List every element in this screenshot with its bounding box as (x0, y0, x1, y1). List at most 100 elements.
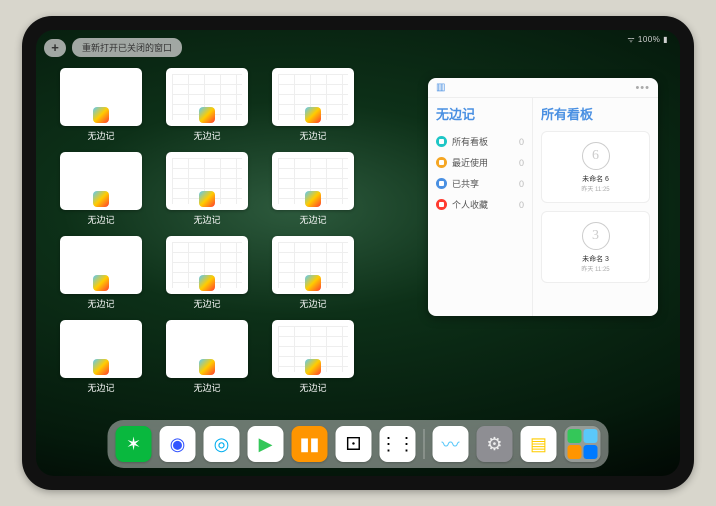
app-library-icon[interactable] (565, 426, 601, 462)
ipad-frame: ᯤ 100% ▮ + 重新打开已关闭的窗口 无边记无边记无边记无边记无边记无边记… (22, 16, 694, 490)
thumb-window (60, 236, 142, 294)
dock-separator (424, 429, 425, 459)
thumb-window (272, 152, 354, 210)
freeform-icon (305, 107, 321, 123)
wifi-icon: ᯤ (627, 35, 638, 44)
content-title: 所有看板 (541, 104, 650, 123)
app-thumbnail[interactable]: 无边记 (166, 236, 248, 310)
thumb-window (60, 68, 142, 126)
preview-body: 无边记 所有看板0最近使用0已共享0个人收藏0 所有看板 6未命名 6昨天 11… (428, 98, 658, 316)
app-thumbnail[interactable]: 无边记 (166, 68, 248, 142)
nodes-icon[interactable]: ⋮⋮ (380, 426, 416, 462)
thumb-label: 无边记 (166, 297, 248, 310)
app-thumbnail[interactable]: 无边记 (272, 152, 354, 226)
nav-count: 0 (519, 179, 524, 189)
freeform-icon[interactable]: 〰 (433, 426, 469, 462)
battery-text: 100% (638, 35, 660, 44)
thumb-window (272, 320, 354, 378)
thumb-label: 无边记 (166, 381, 248, 394)
thumb-label: 无边记 (272, 297, 354, 310)
board-subtitle: 昨天 11:25 (581, 184, 609, 193)
more-icon[interactable]: ••• (635, 82, 650, 94)
app-thumbnail[interactable]: 无边记 (60, 320, 142, 394)
notes-icon[interactable]: ▤ (521, 426, 557, 462)
nav-count: 0 (519, 200, 524, 210)
nav-item[interactable]: 最近使用0 (436, 152, 524, 173)
thumb-window (166, 68, 248, 126)
app-thumbnail[interactable]: 无边记 (60, 152, 142, 226)
thumb-label: 无边记 (60, 129, 142, 142)
nav-item[interactable]: 已共享 0 (436, 173, 524, 194)
reopen-closed-button[interactable]: 重新打开已关闭的窗口 (72, 38, 182, 57)
thumb-label: 无边记 (272, 381, 354, 394)
preview-content: 所有看板 6未命名 6昨天 11:253未命名 3昨天 11:25 (533, 98, 658, 316)
nav-item[interactable]: 所有看板 0 (436, 131, 524, 152)
status-bar: ᯤ 100% ▮ (627, 34, 668, 45)
thumb-window (166, 152, 248, 210)
freeform-icon (93, 191, 109, 207)
nav-badge-icon (436, 157, 447, 168)
thumb-label: 无边记 (60, 381, 142, 394)
multitask-grid: 无边记无边记无边记无边记无边记无边记无边记无边记无边记无边记无边记无边记 (60, 68, 354, 394)
nav-badge-icon (436, 178, 447, 189)
nav-badge-icon (436, 136, 447, 147)
thumb-window (272, 68, 354, 126)
freeform-icon (199, 275, 215, 291)
preview-nav: 无边记 所有看板 0 最近使用0 已共享 0 个人收藏 0 (428, 98, 533, 316)
nav-label: 最近使用 (452, 156, 488, 169)
settings-icon[interactable]: ⚙ (477, 426, 513, 462)
preview-topbar: ▥ ••• (428, 78, 658, 98)
thumb-window (166, 236, 248, 294)
wechat-icon[interactable]: ✶ (116, 426, 152, 462)
nav-label: 所有看板 (452, 135, 488, 148)
add-workspace-button[interactable]: + (44, 39, 66, 57)
thumb-window (60, 320, 142, 378)
board-subtitle: 昨天 11:25 (581, 264, 609, 273)
board-title: 未命名 6 (582, 174, 609, 184)
nav-badge-icon (436, 199, 447, 210)
board-sketch: 3 (582, 222, 610, 250)
app-thumbnail[interactable]: 无边记 (272, 68, 354, 142)
play-icon[interactable]: ▶ (248, 426, 284, 462)
app-thumbnail[interactable]: 无边记 (272, 236, 354, 310)
app-thumbnail[interactable]: 无边记 (272, 320, 354, 394)
screen: ᯤ 100% ▮ + 重新打开已关闭的窗口 无边记无边记无边记无边记无边记无边记… (36, 30, 680, 476)
freeform-icon (93, 107, 109, 123)
app-thumbnail[interactable]: 无边记 (60, 236, 142, 310)
freeform-icon (93, 359, 109, 375)
app-thumbnail[interactable]: 无边记 (166, 152, 248, 226)
thumb-label: 无边记 (166, 129, 248, 142)
thumb-label: 无边记 (272, 213, 354, 226)
nav-item[interactable]: 个人收藏 0 (436, 194, 524, 215)
nav-label: 已共享 (452, 177, 479, 190)
app-preview-window[interactable]: ▥ ••• 无边记 所有看板 0 最近使用0 已共享 0 个人收藏 0 所有看板 6 未命名 … (428, 78, 658, 316)
dice-icon[interactable]: ⚀ (336, 426, 372, 462)
thumb-label: 无边记 (60, 297, 142, 310)
battery-icon: ▮ (660, 35, 668, 44)
dock: ✶◉◎▶▮▮⚀⋮⋮ 〰⚙▤ (108, 420, 609, 468)
freeform-icon (305, 191, 321, 207)
board-card[interactable]: 3未命名 3昨天 11:25 (541, 211, 650, 283)
freeform-icon (199, 191, 215, 207)
freeform-icon (305, 359, 321, 375)
thumb-label: 无边记 (60, 213, 142, 226)
thumb-window (272, 236, 354, 294)
quark-icon[interactable]: ◉ (160, 426, 196, 462)
board-sketch: 6 (582, 142, 610, 170)
freeform-icon (199, 107, 215, 123)
freeform-icon (199, 359, 215, 375)
board-card[interactable]: 6 未命名 6昨天 11:25 (541, 131, 650, 203)
thumb-window (60, 152, 142, 210)
books-icon[interactable]: ▮▮ (292, 426, 328, 462)
qqbrowser-icon[interactable]: ◎ (204, 426, 240, 462)
freeform-icon (93, 275, 109, 291)
app-thumbnail[interactable]: 无边记 (166, 320, 248, 394)
sidebar-toggle-icon[interactable]: ▥ (436, 82, 445, 93)
nav-label: 个人收藏 (452, 198, 488, 211)
nav-title: 无边记 (436, 104, 524, 123)
thumb-label: 无边记 (166, 213, 248, 226)
app-thumbnail[interactable]: 无边记 (60, 68, 142, 142)
thumb-label: 无边记 (272, 129, 354, 142)
freeform-icon (305, 275, 321, 291)
nav-count: 0 (519, 137, 524, 147)
